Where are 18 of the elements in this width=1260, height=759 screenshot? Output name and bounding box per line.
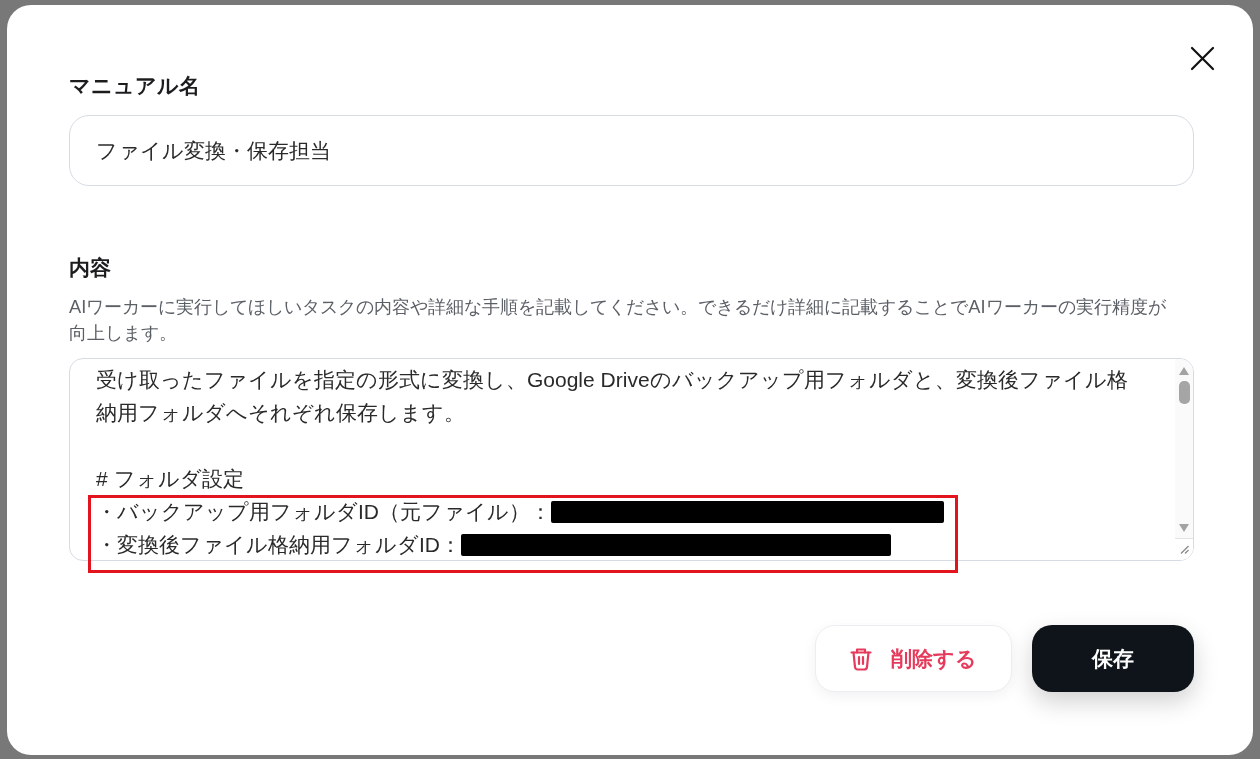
textarea-text: ・バックアップ用フォルダID（元ファイル）： bbox=[96, 499, 551, 525]
scroll-up-arrow-icon bbox=[1179, 367, 1189, 375]
help-text: AIワーカーに実行してほしいタスクの内容や詳細な手順を記載してください。できるだけ詳細に記載することでAIワーカーの実行精度が向上します。 bbox=[69, 295, 1167, 345]
resize-grip-icon bbox=[1179, 545, 1189, 554]
trash-icon bbox=[850, 646, 872, 671]
field-label: 内容 bbox=[69, 255, 112, 281]
scroll-thumb[interactable] bbox=[1178, 381, 1190, 404]
close-button[interactable] bbox=[1190, 46, 1215, 71]
scroll-down-arrow-icon bbox=[1179, 524, 1189, 532]
textarea-text: ・変換後ファイル格納用フォルダID： bbox=[96, 532, 461, 558]
content-textarea[interactable]: 受け取ったファイルを指定の形式に変換し、Google Driveのバックアップ用フォルダと、変換後ファイル格納用フォルダへそれぞれ保存します。 # フォルダ設定 ・バックアップ用フォルダID（元ファイル）： ・変換後ファイル格納用フォルダID： bbox=[69, 358, 1194, 561]
close-icon bbox=[1190, 46, 1215, 71]
textarea-text: 受け取ったファイルを指定の形式に変換し、Google Driveのバックアップ用フォルダと、変換後ファイル格納用フォルダへそれぞれ保存します。 bbox=[96, 367, 1129, 426]
save-button[interactable]: 保存 bbox=[1032, 625, 1194, 692]
delete-button[interactable]: 削除する bbox=[815, 625, 1012, 692]
textarea-text: # フォルダ設定 bbox=[96, 466, 244, 492]
field-label: マニュアル名 bbox=[69, 73, 201, 99]
name-input[interactable]: ファイル変換・保存担当 bbox=[69, 115, 1194, 186]
